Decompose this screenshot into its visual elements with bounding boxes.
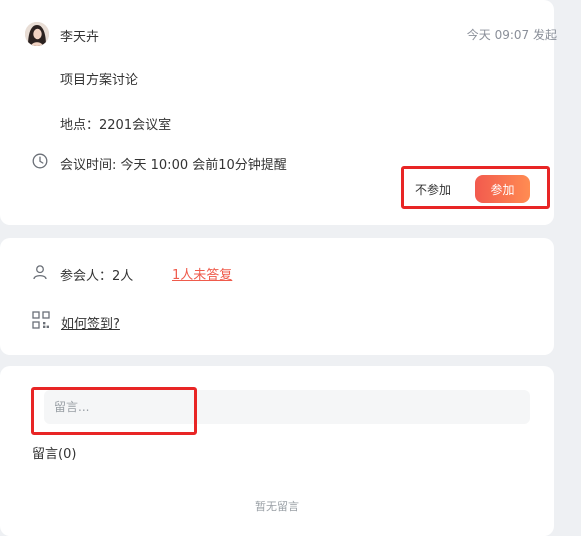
initiated-time: 今天 09:07 发起 <box>466 28 557 42</box>
attendee-row: 参会人：2人 <box>32 264 133 284</box>
organizer-avatar <box>25 22 49 46</box>
attendee-count: 参会人：2人 <box>60 268 134 284</box>
attendee-card <box>0 238 554 355</box>
qrcode-icon <box>32 311 50 333</box>
organizer-name: 李天卉 <box>60 30 100 45</box>
checkin-row[interactable]: 如何签到? <box>32 311 120 333</box>
checkin-help-link[interactable]: 如何签到? <box>61 313 120 332</box>
comment-count: 留言(0) <box>32 447 77 462</box>
empty-comments-text: 暂无留言 <box>255 500 299 513</box>
meeting-location: 地点：2201会议室 <box>60 118 172 133</box>
meeting-time-row: 会议时间: 今天 10:00 会前10分钟提醒 <box>32 153 287 173</box>
meeting-topic: 项目方案讨论 <box>60 73 139 88</box>
clock-icon <box>32 153 48 173</box>
meeting-time: 会议时间: 今天 10:00 会前10分钟提醒 <box>60 157 287 173</box>
comment-highlight-box <box>31 387 197 435</box>
decline-button[interactable]: 不参加 <box>415 181 451 198</box>
join-button[interactable]: 参加 <box>475 175 530 203</box>
person-icon <box>32 264 48 284</box>
unreplied-link[interactable]: 1人未答复 <box>172 264 232 283</box>
